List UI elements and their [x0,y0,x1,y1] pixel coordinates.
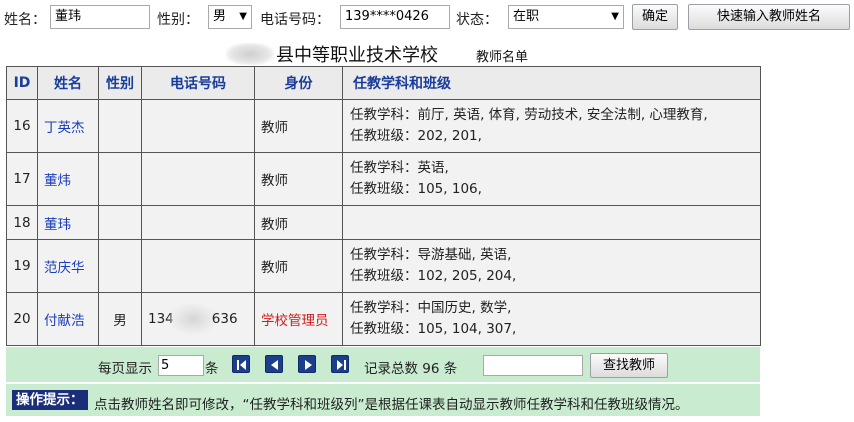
classes-text: 任教班级：102, 205, 204, [350,268,517,284]
page-subtitle: 教师名单 [476,50,529,65]
cell-role: 教师 [254,205,343,240]
cell-phone [141,205,255,240]
table-row: 19 范庆华 教师 任教学科：导游基础, 英语, 任教班级：102, 205, … [6,239,761,293]
column-header-id[interactable]: ID [6,66,38,100]
total-records: 记录总数 96 条 [364,361,458,377]
teacher-name-link[interactable]: 范庆华 [37,239,99,293]
cell-gender [98,99,142,153]
cell-phone: 134 636 [141,292,255,346]
subjects-text: 任教学科：中国历史, 数学, [350,300,512,316]
cell-role: 教师 [254,99,343,153]
cell-gender: 男 [98,292,142,346]
cell-id: 19 [6,239,38,293]
table-row: 18 董玮 教师 [6,205,761,240]
cell-phone [141,239,255,293]
teacher-name-link[interactable]: 付献浩 [37,292,99,346]
column-header-gender[interactable]: 性别 [98,66,142,100]
hint-text: 点击教师姓名即可修改，“任教学科和班级列”是根据任课表自动显示教师任教学科和任教… [94,397,689,413]
last-page-icon[interactable] [331,355,349,373]
table-header-row: ID 姓名 性别 电话号码 身份 任教学科和班级 [6,66,761,100]
gender-select-value: 男 [213,9,227,24]
redacted-phone [169,304,216,334]
teacher-name-link[interactable]: 董炜 [37,152,99,206]
per-page-label: 每页显示 [98,361,152,377]
prev-page-icon[interactable] [265,355,283,373]
quick-input-teacher-name-button[interactable]: 快速输入教师姓名 [688,4,850,30]
filter-bar: 姓名： 董玮 性别： 男 ▼ 电话号码： 139****0426 状态： 在职 … [0,0,854,34]
cell-role: 教师 [254,152,343,206]
per-page-unit: 条 [205,361,219,377]
cell-gender [98,152,142,206]
subjects-text: 任教学科：前厅, 英语, 体育, 劳动技术, 安全法制, 心理教育, [350,107,708,123]
cell-subjects-classes [342,205,761,240]
cell-id: 20 [6,292,38,346]
confirm-button[interactable]: 确定 [632,4,678,30]
cell-gender [98,239,142,293]
cell-subjects-classes: 任教学科：中国历史, 数学, 任教班级：105, 104, 307, [342,292,761,346]
operation-hint-bar: 操作提示： 点击教师姓名即可修改，“任教学科和班级列”是根据任课表自动显示教师任… [6,384,760,416]
first-page-icon[interactable] [232,355,250,373]
column-header-subjects-classes[interactable]: 任教学科和班级 [342,66,761,100]
column-header-phone[interactable]: 电话号码 [141,66,255,100]
dropdown-arrow-icon: ▼ [611,11,619,22]
cell-subjects-classes: 任教学科：导游基础, 英语, 任教班级：102, 205, 204, [342,239,761,293]
teacher-name-link[interactable]: 丁英杰 [37,99,99,153]
status-select-value: 在职 [513,9,540,24]
phone-label: 电话号码： [260,12,330,28]
phone-suffix: 636 [211,311,238,327]
page-title-row: 县中等职业技术学校 教师名单 [0,40,854,66]
teacher-table: ID 姓名 性别 电话号码 身份 任教学科和班级 16 丁英杰 教师 任教学科：… [6,66,761,346]
name-label: 姓名： [4,12,46,28]
teacher-name-link[interactable]: 董玮 [37,205,99,240]
phone-input[interactable]: 139****0426 [340,5,450,29]
cell-role: 教师 [254,239,343,293]
status-select[interactable]: 在职 ▼ [508,5,624,29]
column-header-name[interactable]: 姓名 [37,66,99,100]
subjects-text: 任教学科：英语, [350,160,449,176]
classes-text: 任教班级：202, 201, [350,128,482,144]
classes-text: 任教班级：105, 104, 307, [350,321,517,337]
pagination-bar: 每页显示 5 条 记录总数 96 条 查找教师 [6,347,760,382]
find-teacher-button[interactable]: 查找教师 [590,353,668,378]
cell-role: 学校管理员 [254,292,343,346]
cell-id: 18 [6,205,38,240]
classes-text: 任教班级：105, 106, [350,181,482,197]
redacted-region [226,43,274,65]
cell-id: 16 [6,99,38,153]
hint-label: 操作提示： [12,390,88,410]
gender-label: 性别： [157,12,199,28]
teacher-search-input[interactable] [483,355,583,376]
column-header-role[interactable]: 身份 [254,66,343,100]
subjects-text: 任教学科：导游基础, 英语, [350,247,512,263]
cell-id: 17 [6,152,38,206]
per-page-input[interactable]: 5 [158,355,204,376]
cell-gender [98,205,142,240]
name-input[interactable]: 董玮 [50,5,150,29]
table-row: 16 丁英杰 教师 任教学科：前厅, 英语, 体育, 劳动技术, 安全法制, 心… [6,99,761,153]
cell-phone [141,99,255,153]
cell-subjects-classes: 任教学科：英语, 任教班级：105, 106, [342,152,761,206]
cell-phone [141,152,255,206]
dropdown-arrow-icon: ▼ [239,11,247,22]
cell-subjects-classes: 任教学科：前厅, 英语, 体育, 劳动技术, 安全法制, 心理教育, 任教班级：… [342,99,761,153]
table-row: 17 董炜 教师 任教学科：英语, 任教班级：105, 106, [6,152,761,206]
next-page-icon[interactable] [298,355,316,373]
table-row: 20 付献浩 男 134 636 学校管理员 任教学科：中国历史, 数学, 任教班… [6,292,761,346]
gender-select[interactable]: 男 ▼ [208,5,252,29]
status-label: 状态： [456,12,498,28]
